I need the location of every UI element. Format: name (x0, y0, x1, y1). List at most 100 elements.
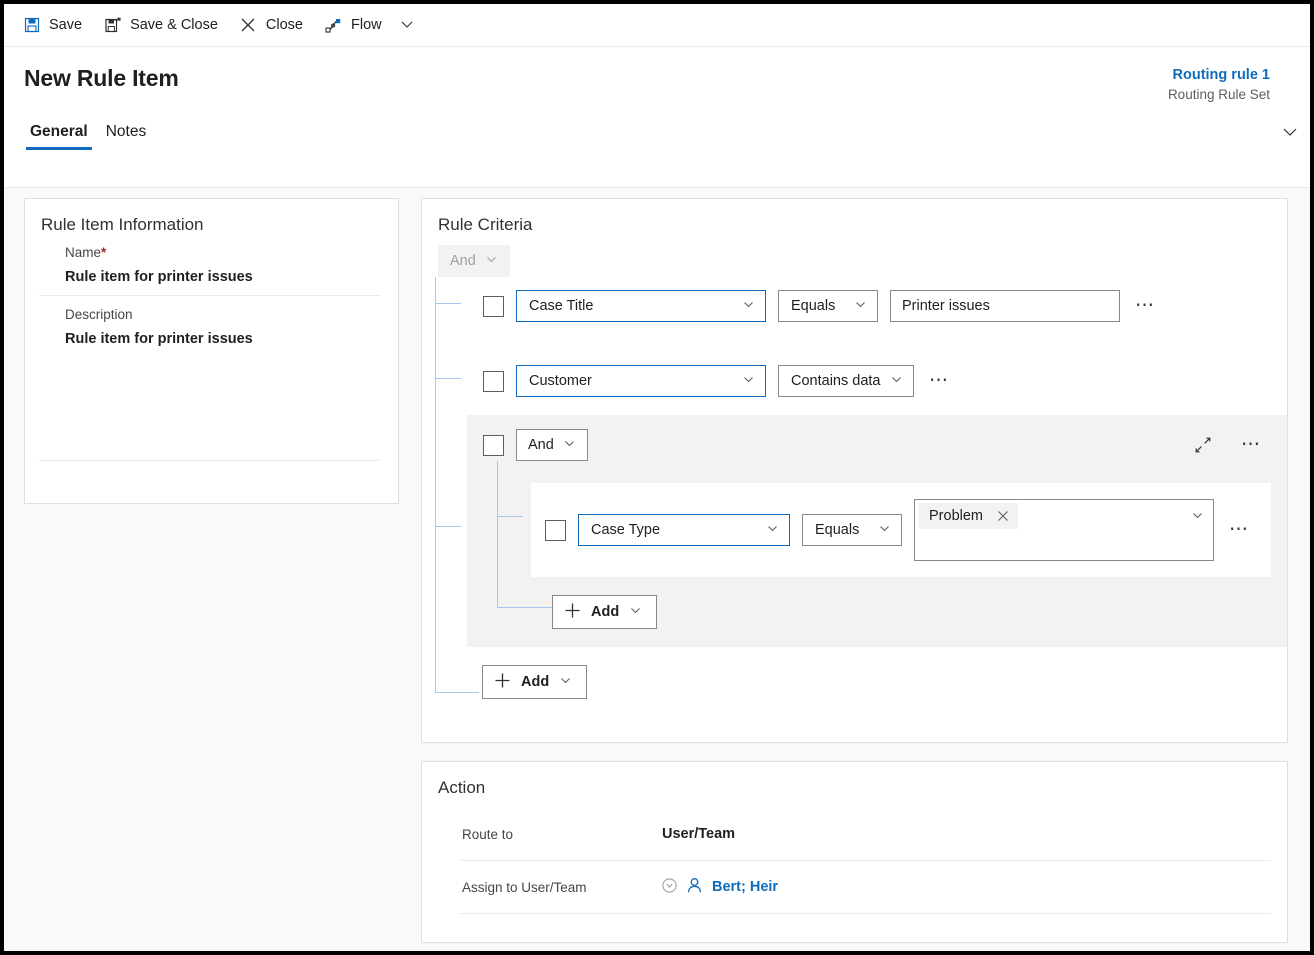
group-actions: ⋯ (1194, 435, 1271, 454)
chevron-down-icon (854, 298, 867, 315)
group-add-label: Add (591, 604, 620, 620)
more-options-icon[interactable]: ⋯ (1238, 435, 1265, 454)
header-expand-button[interactable] (1278, 121, 1302, 145)
value-chip-label: Problem (929, 508, 983, 524)
row-field-dropdown[interactable]: Case Title (516, 290, 766, 322)
group-header: And ⋯ (483, 429, 1271, 461)
command-bar: Save Save & Close Close Flow (4, 4, 1310, 47)
command-bar-overflow-button[interactable] (393, 10, 421, 40)
page-title: New Rule Item (24, 65, 179, 91)
chevron-down-icon (766, 522, 779, 539)
row-operator-dropdown[interactable]: Equals (778, 290, 878, 322)
action-title: Action (438, 778, 486, 797)
more-options-icon[interactable]: ⋯ (1132, 296, 1159, 315)
rule-item-information-title: Rule Item Information (41, 215, 204, 234)
group-add-container: Add (483, 595, 1271, 629)
group-operator-label: And (528, 437, 554, 453)
name-field: Name* Rule item for printer issues (25, 245, 398, 285)
root-add-button[interactable]: Add (482, 665, 588, 699)
row-value-input[interactable]: Printer issues (890, 290, 1120, 322)
plus-icon (564, 602, 581, 623)
row-value-multiselect[interactable]: Problem (914, 499, 1214, 561)
tab-general[interactable]: General (24, 119, 94, 150)
row-checkbox[interactable] (545, 519, 566, 541)
group-inner-panel: Case Type Equals Problem ⋯ (531, 483, 1271, 577)
group-operator-dropdown[interactable]: And (516, 429, 588, 461)
header-record-info: Routing rule 1 Routing Rule Set (1168, 65, 1270, 104)
action-card: Action Route to User/Team Assign to User… (421, 761, 1288, 943)
value-chip: Problem (919, 503, 1018, 529)
assign-to-row: Assign to User/Team Bert; Heir (422, 861, 1287, 913)
row-field-label: Case Title (529, 298, 594, 314)
routing-rule-link[interactable]: Routing rule 1 (1168, 65, 1270, 85)
save-button[interactable]: Save (12, 10, 93, 40)
root-add-label: Add (521, 674, 550, 690)
close-x-icon[interactable] (997, 510, 1009, 522)
assign-to-name[interactable]: Bert; Heir (712, 879, 778, 895)
right-column: Rule Criteria And Case Title Equals Prin… (399, 198, 1310, 943)
assign-to-value[interactable]: Bert; Heir (662, 877, 778, 897)
group-checkbox[interactable] (483, 434, 504, 456)
close-label: Close (265, 17, 303, 33)
chevron-down-icon (890, 373, 903, 390)
route-to-label: Route to (462, 826, 514, 842)
rule-item-information-card: Rule Item Information Name* Rule item fo… (24, 198, 399, 504)
collapse-icon[interactable] (1194, 436, 1212, 454)
description-label: Description (65, 307, 133, 322)
lookup-circle-icon (662, 878, 677, 896)
row-operator-label: Equals (815, 522, 860, 538)
save-and-close-label: Save & Close (130, 17, 218, 33)
action-card-footer-space (422, 914, 1287, 942)
left-column: Rule Item Information Name* Rule item fo… (4, 198, 399, 943)
route-to-value[interactable]: User/Team (662, 826, 735, 842)
flow-icon (325, 17, 342, 34)
criteria-row: Case Title Equals Printer issues ⋯ (438, 290, 1287, 322)
chevron-down-icon (563, 437, 576, 454)
row-operator-label: Equals (791, 298, 836, 314)
name-label-text: Name (65, 245, 102, 260)
group-add-button[interactable]: Add (552, 595, 658, 629)
route-to-row: Route to User/Team (422, 808, 1287, 860)
row-operator-label: Contains data (791, 373, 881, 389)
row-operator-dropdown[interactable]: Equals (802, 514, 902, 546)
chevron-down-icon (629, 604, 642, 621)
description-field-divider (39, 460, 380, 461)
chevron-down-icon (1191, 509, 1204, 525)
row-field-label: Customer (529, 373, 592, 389)
criteria-tree: And Case Title Equals Printer issues ⋯ C… (422, 245, 1287, 699)
assign-to-label: Assign to User/Team (462, 879, 587, 895)
chevron-down-icon (399, 16, 415, 35)
person-icon (686, 877, 703, 897)
root-operator-dropdown: And (438, 245, 510, 277)
row-checkbox[interactable] (483, 295, 504, 317)
save-label: Save (49, 17, 83, 33)
name-label: Name* (65, 245, 380, 269)
flow-button[interactable]: Flow (314, 10, 393, 40)
plus-icon (494, 672, 511, 693)
name-value[interactable]: Rule item for printer issues (65, 269, 380, 285)
form-header: New Rule Item Routing rule 1 Routing Rul… (4, 47, 1310, 188)
chevron-down-icon (485, 253, 498, 270)
description-value[interactable]: Rule item for printer issues (65, 331, 380, 347)
description-field: Description Rule item for printer issues (25, 296, 398, 347)
more-options-icon[interactable]: ⋯ (1226, 520, 1253, 539)
save-and-close-button[interactable]: Save & Close (93, 10, 229, 40)
root-add-container: Add (438, 665, 1287, 699)
app-window: Save Save & Close Close Flow New Rule It… (4, 4, 1310, 951)
tree-trunk-line (435, 277, 436, 692)
row-field-label: Case Type (591, 522, 661, 538)
tab-notes[interactable]: Notes (100, 119, 153, 150)
form-body: Rule Item Information Name* Rule item fo… (4, 188, 1310, 943)
group-tree-branch-row1 (497, 516, 523, 517)
row-operator-dropdown[interactable]: Contains data (778, 365, 914, 397)
tree-branch-group (435, 526, 461, 527)
row-field-dropdown[interactable]: Customer (516, 365, 766, 397)
close-x-icon (240, 17, 257, 34)
chevron-down-icon (878, 522, 891, 539)
close-button[interactable]: Close (229, 10, 314, 40)
flow-label: Flow (351, 17, 382, 33)
row-field-dropdown[interactable]: Case Type (578, 514, 790, 546)
row-checkbox[interactable] (483, 370, 504, 392)
required-marker: * (101, 245, 107, 260)
more-options-icon[interactable]: ⋯ (926, 371, 953, 390)
